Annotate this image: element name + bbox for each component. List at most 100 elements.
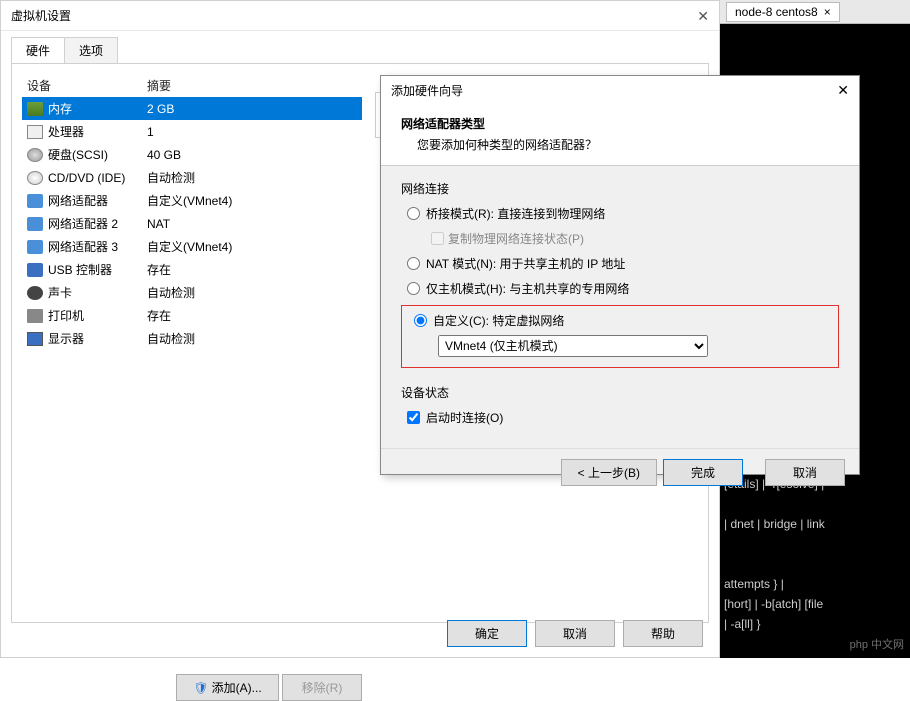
device-name: CD/DVD (IDE) [48, 171, 125, 185]
list-buttons: 添加(A)... 移除(R) [22, 674, 362, 701]
dialog-title: 虚拟机设置 [11, 1, 71, 30]
device-status-label: 设备状态 [401, 384, 839, 401]
tab-hardware[interactable]: 硬件 [11, 37, 65, 63]
device-icon [27, 309, 43, 323]
device-name: 处理器 [48, 123, 84, 140]
wizard-header: 网络适配器类型 您要添加何种类型的网络适配器？ [381, 105, 859, 166]
vmnet-select-wrap: VMnet4 (仅主机模式) [438, 335, 832, 357]
option-replicate: 复制物理网络连接状态(P) [401, 230, 839, 247]
label-custom: 自定义(C): 特定虚拟网络 [433, 312, 564, 329]
device-summary: 自动检测 [147, 330, 357, 347]
add-button[interactable]: 添加(A)... [176, 674, 278, 701]
checkbox-connect[interactable] [407, 411, 420, 424]
device-name: 显示器 [48, 330, 84, 347]
radio-hostonly[interactable] [407, 282, 420, 295]
help-button[interactable]: 帮助 [623, 620, 703, 647]
device-icon [27, 102, 43, 116]
option-bridged[interactable]: 桥接模式(R): 直接连接到物理网络 [401, 205, 839, 222]
device-name: 网络适配器 3 [48, 238, 118, 255]
device-icon [27, 263, 43, 277]
settings-tabs: 硬件 选项 [11, 37, 719, 63]
device-icon [27, 332, 43, 346]
hardware-row[interactable]: 内存 2 GB [22, 97, 362, 120]
add-hardware-wizard: 添加硬件向导 ✕ 网络适配器类型 您要添加何种类型的网络适配器？ 网络连接 桥接… [380, 75, 860, 475]
label-hostonly: 仅主机模式(H): 与主机共享的专用网络 [426, 280, 629, 297]
close-icon[interactable]: ✕ [837, 82, 849, 99]
terminal-tab[interactable]: node-8 centos8 × [726, 2, 840, 22]
hardware-list: 设备 摘要 内存 2 GB 处理器 1 硬盘(SCSI) 40 GB CD/DVD (IDE… [22, 74, 362, 614]
hardware-row[interactable]: 声卡 自动检测 [22, 281, 362, 304]
option-connect-on-start[interactable]: 启动时连接(O) [401, 409, 839, 426]
radio-nat[interactable] [407, 257, 420, 270]
close-icon[interactable]: × [824, 5, 831, 19]
option-custom[interactable]: 自定义(C): 特定虚拟网络 [408, 312, 832, 329]
option-nat[interactable]: NAT 模式(N): 用于共享主机的 IP 地址 [401, 255, 839, 272]
device-icon [27, 125, 43, 139]
device-icon [27, 286, 43, 300]
dialog-titlebar: 虚拟机设置 ✕ [1, 1, 719, 31]
device-icon [27, 194, 43, 208]
device-summary: 自动检测 [147, 169, 357, 186]
device-name: 硬盘(SCSI) [48, 146, 108, 163]
device-name: 内存 [48, 100, 72, 117]
device-name: 打印机 [48, 307, 84, 324]
hardware-row[interactable]: 打印机 存在 [22, 304, 362, 327]
dialog-buttons: 确定 取消 帮助 [447, 620, 703, 647]
wizard-cancel-button[interactable]: 取消 [765, 459, 845, 486]
terminal-tab-label: node-8 centos8 [735, 5, 818, 19]
tab-options[interactable]: 选项 [64, 37, 118, 63]
ok-button[interactable]: 确定 [447, 620, 527, 647]
checkbox-replicate [431, 232, 444, 245]
radio-custom[interactable] [414, 314, 427, 327]
device-summary: 自动检测 [147, 284, 357, 301]
hardware-row[interactable]: 显示器 自动检测 [22, 327, 362, 350]
device-icon [27, 217, 43, 231]
hardware-row[interactable]: CD/DVD (IDE) 自动检测 [22, 166, 362, 189]
hardware-row[interactable]: USB 控制器 存在 [22, 258, 362, 281]
hardware-row[interactable]: 硬盘(SCSI) 40 GB [22, 143, 362, 166]
label-nat: NAT 模式(N): 用于共享主机的 IP 地址 [426, 255, 625, 272]
label-connect: 启动时连接(O) [426, 409, 503, 426]
close-icon[interactable]: ✕ [697, 1, 709, 30]
hardware-row[interactable]: 网络适配器 3 自定义(VMnet4) [22, 235, 362, 258]
device-summary: 自定义(VMnet4) [147, 238, 357, 255]
hardware-list-header: 设备 摘要 [22, 74, 362, 97]
wizard-subheading: 您要添加何种类型的网络适配器？ [401, 136, 839, 153]
editor-tab-strip: node-8 centos8 × [720, 0, 910, 24]
col-summary: 摘要 [147, 77, 171, 94]
col-device: 设备 [27, 77, 147, 94]
device-name: 声卡 [48, 284, 72, 301]
back-button[interactable]: < 上一步(B) [561, 459, 657, 486]
device-icon [27, 171, 43, 185]
option-hostonly[interactable]: 仅主机模式(H): 与主机共享的专用网络 [401, 280, 839, 297]
device-icon [27, 148, 43, 162]
label-replicate: 复制物理网络连接状态(P) [448, 230, 584, 247]
watermark: php 中文网 [850, 636, 904, 652]
wizard-footer: < 上一步(B) 完成 取消 [381, 448, 859, 496]
custom-highlight: 自定义(C): 特定虚拟网络 VMnet4 (仅主机模式) [401, 305, 839, 368]
hardware-row[interactable]: 网络适配器 自定义(VMnet4) [22, 189, 362, 212]
device-summary: NAT [147, 217, 357, 231]
device-summary: 存在 [147, 261, 357, 278]
wizard-body: 网络连接 桥接模式(R): 直接连接到物理网络 复制物理网络连接状态(P) NA… [381, 166, 859, 448]
device-name: USB 控制器 [48, 261, 112, 278]
network-connection-label: 网络连接 [401, 180, 839, 197]
device-status-group: 设备状态 启动时连接(O) [401, 384, 839, 426]
device-summary: 存在 [147, 307, 357, 324]
cancel-button[interactable]: 取消 [535, 620, 615, 647]
device-name: 网络适配器 2 [48, 215, 118, 232]
device-icon [27, 240, 43, 254]
device-name: 网络适配器 [48, 192, 108, 209]
remove-button: 移除(R) [282, 674, 362, 701]
hardware-row[interactable]: 处理器 1 [22, 120, 362, 143]
device-summary: 2 GB [147, 102, 357, 116]
radio-bridged[interactable] [407, 207, 420, 220]
finish-button[interactable]: 完成 [663, 459, 743, 486]
wizard-title: 添加硬件向导 [391, 82, 463, 99]
hardware-row[interactable]: 网络适配器 2 NAT [22, 212, 362, 235]
wizard-titlebar: 添加硬件向导 ✕ [381, 76, 859, 105]
device-summary: 1 [147, 125, 357, 139]
device-summary: 自定义(VMnet4) [147, 192, 357, 209]
vmnet-select[interactable]: VMnet4 (仅主机模式) [438, 335, 708, 357]
device-summary: 40 GB [147, 148, 357, 162]
